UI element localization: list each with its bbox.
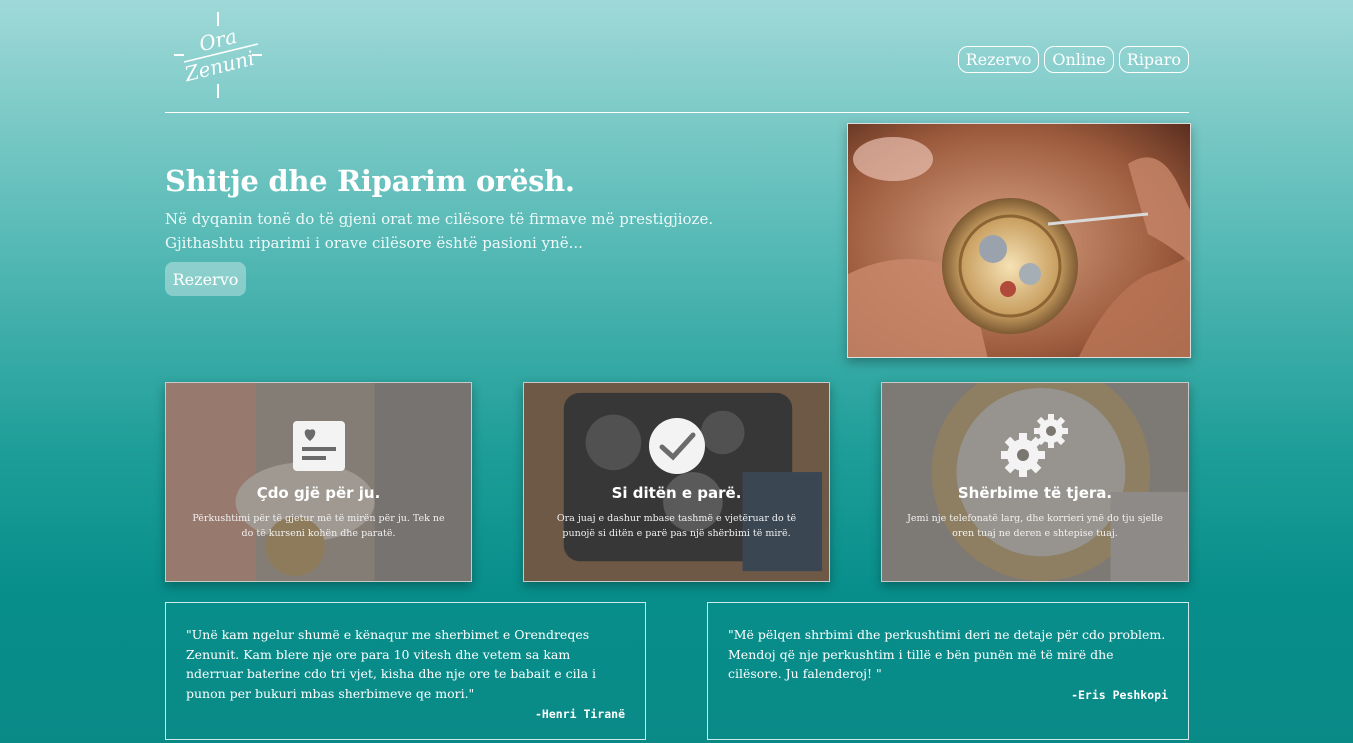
header-divider xyxy=(165,112,1189,113)
testimonial-quote: "Unë kam ngelur shumë e kënaqur me sherb… xyxy=(186,627,597,701)
nav-rezervo-button[interactable]: Rezervo xyxy=(957,46,1040,73)
card-title: Shërbime të tjera. xyxy=(957,484,1113,502)
main-nav: Rezervo Online Riparo xyxy=(957,46,1189,73)
hero-rezervo-button[interactable]: Rezervo xyxy=(165,262,246,296)
checkmark-circle-icon xyxy=(648,418,705,474)
hero-description-line-1: Në dyqanin tonë do të gjeni orat me cilë… xyxy=(165,210,714,228)
nav-online-button[interactable]: Online xyxy=(1044,46,1114,73)
card-title: Çdo gjë për ju. xyxy=(256,484,381,502)
testimonial-author: -Henri Tiranë xyxy=(534,707,625,721)
testimonial-card: "Më pëlqen shrbimi dhe perkushtimi deri … xyxy=(707,602,1189,740)
testimonial-author: -Eris Peshkopi xyxy=(1071,687,1168,702)
card-description: Përkushtimi për të gjetur më të mirën pë… xyxy=(192,513,445,539)
service-card-other[interactable]: Shërbime të tjera. Jemi nje telefonatë l… xyxy=(881,382,1189,582)
testimonial-card: "Unë kam ngelur shumë e kënaqur me sherb… xyxy=(165,602,646,740)
card-title: Si ditën e parë. xyxy=(611,484,742,502)
card-description: Jemi nje telefonatë larg, dhe korrieri y… xyxy=(907,513,1163,539)
watch-repair-image xyxy=(847,123,1191,358)
hero-description-line-2: Gjithashtu riparimi i orave cilësore ësh… xyxy=(165,234,583,252)
service-card-gift[interactable]: Çdo gjë për ju. Përkushtimi për të gjetu… xyxy=(165,382,472,582)
gears-icon xyxy=(1001,414,1068,477)
heart-note-icon xyxy=(292,421,345,471)
service-card-restore[interactable]: Si ditën e parë. Ora juaj e dashur mbase… xyxy=(523,382,830,582)
brand-logo[interactable]: Ora Zenuni xyxy=(170,10,266,102)
nav-riparo-button[interactable]: Riparo xyxy=(1118,46,1189,73)
testimonial-quote: "Më pëlqen shrbimi dhe perkushtimi deri … xyxy=(728,627,1166,681)
hero-title: Shitje dhe Riparim orësh. xyxy=(165,164,575,198)
card-description: Ora juaj e dashur mbase tashmë e vjetëru… xyxy=(556,513,797,539)
hero-description: Në dyqanin tonë do të gjeni orat me cilë… xyxy=(165,207,765,255)
